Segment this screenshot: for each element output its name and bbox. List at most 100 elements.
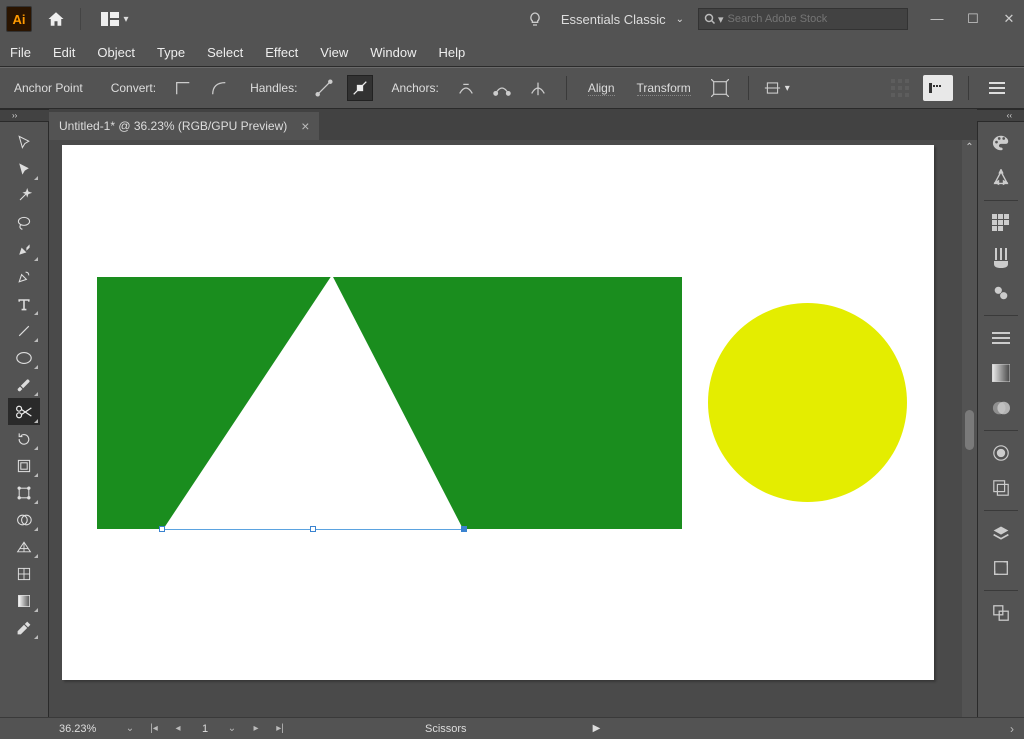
symbols-panel[interactable]	[984, 278, 1018, 308]
gradient-panel[interactable]	[984, 358, 1018, 388]
artboard-last[interactable]: ▸|	[271, 721, 289, 737]
convert-smooth-button[interactable]	[206, 75, 232, 101]
anchors-label: Anchors:	[391, 81, 438, 95]
panel-menu-button[interactable]	[984, 75, 1010, 101]
artboard-first[interactable]: |◂	[145, 721, 163, 737]
artboards-panel[interactable]	[984, 553, 1018, 583]
minimize-button[interactable]: —	[928, 11, 946, 27]
transparency-panel[interactable]	[984, 393, 1018, 423]
direct-selection-tool[interactable]	[8, 155, 40, 182]
handles-show-button[interactable]	[311, 75, 337, 101]
cut-path-button[interactable]	[525, 75, 551, 101]
line-tool[interactable]	[8, 317, 40, 344]
artboard-nav-dropdown[interactable]: ⌄	[223, 721, 241, 737]
status-tool-label: Scissors	[425, 723, 467, 735]
menu-select[interactable]: Select	[207, 45, 243, 60]
control-bar: Anchor Point Convert: Handles: Anchors: …	[0, 67, 1024, 109]
selection-tool[interactable]	[8, 128, 40, 155]
align-to-button[interactable]: ▾	[764, 75, 790, 101]
appearance-panel[interactable]	[984, 438, 1018, 468]
menu-help[interactable]: Help	[438, 45, 465, 60]
color-guide-panel[interactable]	[984, 163, 1018, 193]
gradient-tool[interactable]	[8, 587, 40, 614]
remove-anchor-button[interactable]	[453, 75, 479, 101]
isolate-button[interactable]	[707, 75, 733, 101]
artboard-prev[interactable]: ◂	[169, 721, 187, 737]
menu-window[interactable]: Window	[370, 45, 416, 60]
maximize-button[interactable]: ☐	[964, 11, 982, 27]
vertical-scrollbar[interactable]: ⌃	[962, 140, 977, 717]
shape-circle[interactable]	[708, 303, 907, 502]
scroll-thumb[interactable]	[965, 410, 974, 450]
ellipse-tool[interactable]	[8, 344, 40, 371]
title-bar: Ai ▾ Essentials Classic⌄ ▾ — ☐ ✕	[0, 0, 1024, 38]
search-input[interactable]	[728, 13, 902, 25]
zoom-dropdown[interactable]: ⌄	[121, 721, 139, 737]
lasso-tool[interactable]	[8, 209, 40, 236]
artboard-next[interactable]: ▸	[247, 721, 265, 737]
paintbrush-tool[interactable]	[8, 371, 40, 398]
width-tool[interactable]	[8, 452, 40, 479]
search-adobe-stock[interactable]: ▾	[698, 8, 908, 30]
anchor-handle[interactable]	[159, 526, 165, 532]
scroll-right-button[interactable]: ›	[606, 722, 1024, 736]
close-button[interactable]: ✕	[1000, 11, 1018, 27]
home-button[interactable]	[42, 5, 70, 33]
snap-pixel-button[interactable]	[923, 75, 953, 101]
left-expand-hint[interactable]: ››	[0, 109, 49, 122]
stroke-panel[interactable]	[984, 323, 1018, 353]
anchor-handle[interactable]	[310, 526, 316, 532]
brushes-panel[interactable]	[984, 243, 1018, 273]
curvature-tool[interactable]	[8, 263, 40, 290]
status-popup-button[interactable]: ▶	[593, 723, 601, 734]
connect-anchor-button[interactable]	[489, 75, 515, 101]
type-tool[interactable]	[8, 290, 40, 317]
color-panel[interactable]	[984, 128, 1018, 158]
swatches-panel[interactable]	[984, 208, 1018, 238]
free-transform-tool[interactable]	[8, 479, 40, 506]
perspective-tool[interactable]	[8, 533, 40, 560]
grid-icon[interactable]	[887, 75, 913, 101]
menu-view[interactable]: View	[320, 45, 348, 60]
document-tabs: Untitled-1* @ 36.23% (RGB/GPU Preview) ×	[49, 109, 977, 140]
convert-corner-button[interactable]	[170, 75, 196, 101]
tab-close-button[interactable]: ×	[301, 118, 309, 134]
shape-triangle-cutout[interactable]	[162, 275, 464, 531]
pen-tool[interactable]	[8, 236, 40, 263]
layers-panel[interactable]	[984, 518, 1018, 548]
shapes-panel[interactable]	[984, 598, 1018, 628]
right-expand-hint[interactable]: ‹‹	[977, 109, 1024, 122]
main-area: ›› Untitled-1* @ 36.23% (RG	[0, 109, 1024, 717]
rotate-tool[interactable]	[8, 425, 40, 452]
panel-dock	[977, 122, 1024, 717]
convert-label: Convert:	[111, 81, 156, 95]
workspace-switcher[interactable]: Essentials Classic⌄	[561, 12, 684, 27]
magic-wand-tool[interactable]	[8, 182, 40, 209]
document-tab[interactable]: Untitled-1* @ 36.23% (RGB/GPU Preview) ×	[49, 112, 319, 140]
anchor-handle-selected[interactable]	[461, 526, 467, 532]
artboard-number[interactable]: 1	[193, 723, 217, 735]
eyedropper-tool[interactable]	[8, 614, 40, 641]
mesh-tool[interactable]	[8, 560, 40, 587]
handles-hide-button[interactable]	[347, 75, 373, 101]
menu-type[interactable]: Type	[157, 45, 185, 60]
menu-bar: File Edit Object Type Select Effect View…	[0, 38, 1024, 67]
discover-button[interactable]	[523, 7, 547, 31]
scissors-tool[interactable]	[8, 398, 40, 425]
menu-effect[interactable]: Effect	[265, 45, 298, 60]
scroll-up-button[interactable]: ⌃	[962, 140, 977, 154]
app-logo: Ai	[6, 6, 32, 32]
arrange-documents-button[interactable]: ▾	[101, 5, 129, 33]
document-area: Untitled-1* @ 36.23% (RGB/GPU Preview) ×…	[49, 109, 977, 717]
menu-file[interactable]: File	[10, 45, 31, 60]
toolbox	[0, 122, 49, 717]
menu-edit[interactable]: Edit	[53, 45, 75, 60]
menu-object[interactable]: Object	[97, 45, 135, 60]
zoom-level[interactable]: 36.23%	[53, 723, 115, 735]
transform-link[interactable]: Transform	[637, 81, 691, 96]
artboard[interactable]	[62, 145, 934, 680]
shapebuilder-tool[interactable]	[8, 506, 40, 533]
align-link[interactable]: Align	[588, 81, 615, 96]
graphic-styles-panel[interactable]	[984, 473, 1018, 503]
canvas[interactable]: ⌃	[49, 140, 977, 717]
